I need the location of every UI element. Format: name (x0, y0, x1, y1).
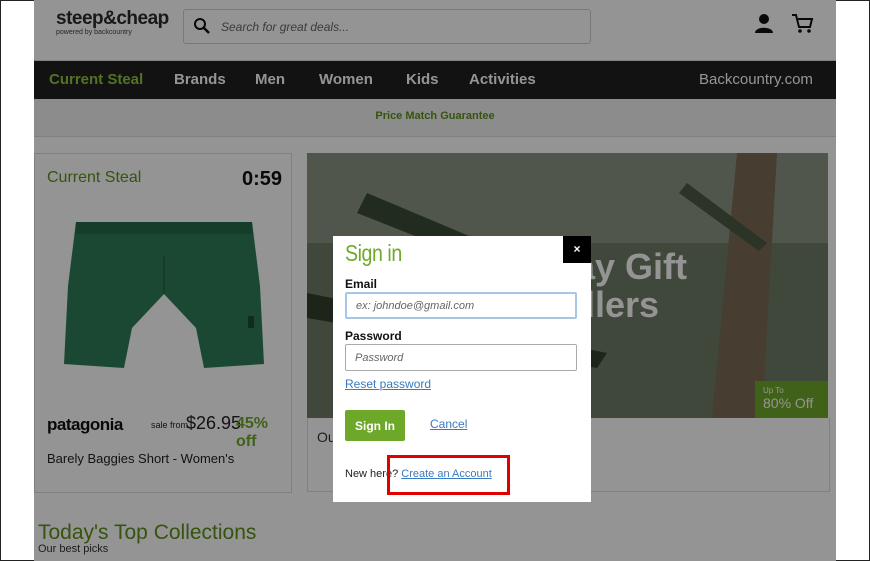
password-label: Password (345, 329, 402, 343)
email-label: Email (345, 277, 378, 291)
email-field[interactable] (345, 292, 577, 319)
close-icon[interactable]: × (563, 236, 591, 263)
sign-in-button[interactable]: Sign In (345, 410, 405, 441)
cancel-link[interactable]: Cancel (430, 417, 467, 431)
reset-password-link[interactable]: Reset password (345, 377, 431, 391)
password-field[interactable] (345, 344, 577, 371)
highlight-box (387, 455, 510, 495)
modal-title: Sign in (345, 240, 402, 266)
